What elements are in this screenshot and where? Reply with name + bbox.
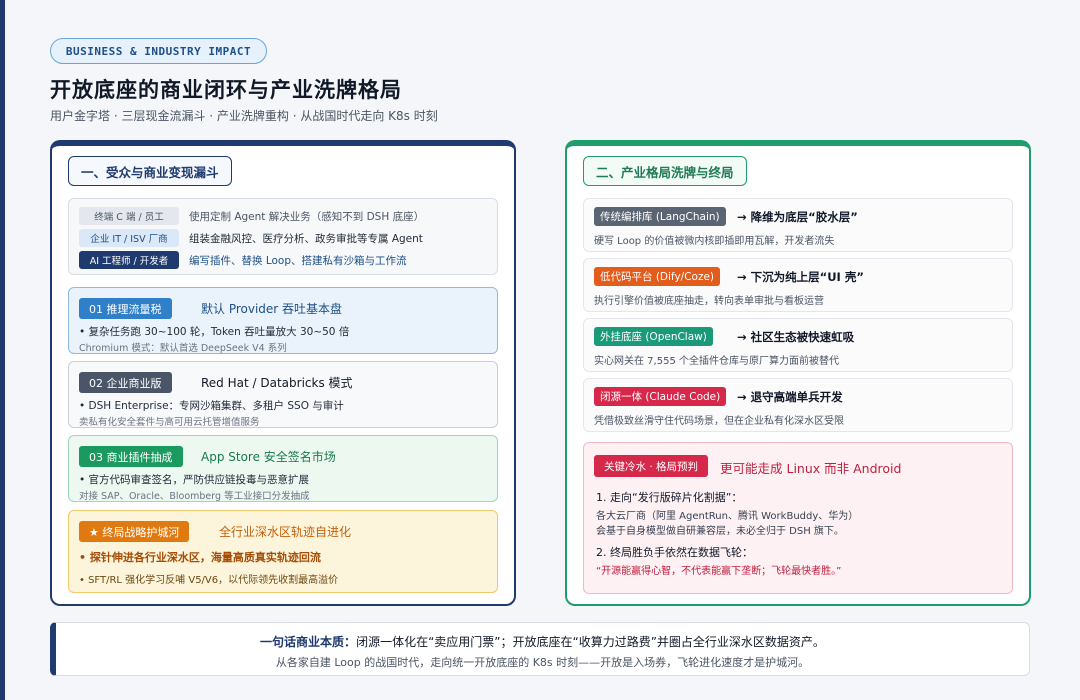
industry-badge: 闭源一体 (Claude Code) <box>594 387 727 406</box>
left-panel: 一、受众与商业变现漏斗 终端 C 端 / 员工 使用定制 Agent 解决业务（… <box>50 140 516 606</box>
verdict-quote: “开源能赢得心智，不代表能赢下垄断；飞轮最快者胜。” <box>596 566 842 577</box>
funnel-title: App Store 安全签名市场 <box>201 450 336 464</box>
audience-row: 终端 C 端 / 员工 使用定制 Agent 解决业务（感知不到 DSH 底座） <box>79 207 424 225</box>
verdict-title: 更可能走成 Linux 而非 Android <box>720 461 902 476</box>
industry-card-langchain: 传统编排库 (LangChain) → 降维为底层“胶水层” 硬写 Loop 的… <box>583 198 1013 252</box>
right-panel-heading: 二、产业格局洗牌与终局 <box>583 156 747 186</box>
industry-verdict: → 退守高端单兵开发 <box>737 390 843 404</box>
funnel-badge: ★ 终局战略护城河 <box>79 521 190 542</box>
funnel-line: • SFT/RL 强化学习反哺 V5/V6，以代际领先收割最高溢价 <box>79 575 339 586</box>
verdict-point-1-line: 会基于自身模型做自研兼容层，未必全归于 DSH 旗下。 <box>596 526 844 537</box>
audience-badge: 企业 IT / ISV 厂商 <box>79 229 179 247</box>
left-panel-heading: 一、受众与商业变现漏斗 <box>68 156 232 186</box>
funnel-title: 默认 Provider 吞吐基本盘 <box>201 302 343 316</box>
audience-box: 终端 C 端 / 员工 使用定制 Agent 解决业务（感知不到 DSH 底座）… <box>68 198 498 275</box>
page-title: 开放底座的商业闭环与产业洗牌格局 <box>50 78 402 102</box>
funnel-line: • 复杂任务跑 30~100 轮，Token 吞吐量放大 30~50 倍 <box>79 326 350 338</box>
industry-verdict: → 社区生态被快速虹吸 <box>737 330 855 344</box>
funnel-card-moat: ★ 终局战略护城河 全行业深水区轨迹自进化 • 探针伸进各行业深水区，海量高质真… <box>68 510 498 593</box>
industry-desc: 凭借极致丝滑守住代码场景，但在企业私有化深水区受限 <box>594 416 844 427</box>
audience-badge: AI 工程师 / 开发者 <box>79 251 179 269</box>
funnel-card-inference: 01 推理流量税 默认 Provider 吞吐基本盘 • 复杂任务跑 30~10… <box>68 287 498 354</box>
industry-desc: 实心网关在 7,555 个全插件仓库与原厂算力面前被替代 <box>594 356 839 367</box>
audience-row: AI 工程师 / 开发者 编写插件、替换 Loop、搭建私有沙箱与工作流 <box>79 251 407 269</box>
funnel-line: • 官方代码审查签名，严防供应链投毒与恶意扩展 <box>79 474 310 486</box>
audience-text: 使用定制 Agent 解决业务（感知不到 DSH 底座） <box>189 210 425 223</box>
industry-card-lowcode: 低代码平台 (Dify/Coze) → 下沉为纯上层“UI 壳” 执行引擎价值被… <box>583 258 1013 312</box>
funnel-line: • DSH Enterprise：专网沙箱集群、多租户 SSO 与审计 <box>79 400 344 412</box>
verdict-point-2: 2. 终局胜负手依然在数据飞轮： <box>596 546 753 559</box>
section-tag: BUSINESS & INDUSTRY IMPACT <box>50 38 267 64</box>
audience-text: 编写插件、替换 Loop、搭建私有沙箱与工作流 <box>189 254 407 267</box>
verdict-box: 关键冷水 · 格局预判 更可能走成 Linux 而非 Android 1. 走向… <box>583 442 1013 594</box>
audience-row: 企业 IT / ISV 厂商 组装金融风控、医疗分析、政务审批等专属 Agent <box>79 229 423 247</box>
funnel-title: 全行业深水区轨迹自进化 <box>219 525 352 539</box>
funnel-note: 卖私有化安全套件与高可用云托管增值服务 <box>79 417 260 428</box>
funnel-note: Chromium 模式：默认首选 DeepSeek V4 系列 <box>79 343 287 354</box>
summary-line-2: 从各家自建 Loop 的战国时代，走向统一开放底座的 K8s 时刻——开放是入场… <box>275 656 810 669</box>
funnel-badge: 03 商业插件抽成 <box>79 446 183 467</box>
industry-desc: 执行引擎价值被底座抽走，转向表单审批与看板运营 <box>594 296 824 307</box>
summary-label: 一句话商业本质： <box>260 635 357 649</box>
industry-badge: 低代码平台 (Dify/Coze) <box>594 267 721 286</box>
funnel-note: 对接 SAP、Oracle、Bloomberg 等工业接口分发抽成 <box>79 491 310 502</box>
verdict-point-1-line: 各大云厂商（阿里 AgentRun、腾讯 WorkBuddy、华为） <box>596 511 859 522</box>
right-panel: 二、产业格局洗牌与终局 传统编排库 (LangChain) → 降维为底层“胶水… <box>565 140 1031 606</box>
funnel-card-enterprise: 02 企业商业版 Red Hat / Databricks 模式 • DSH E… <box>68 361 498 428</box>
industry-badge: 传统编排库 (LangChain) <box>594 207 726 226</box>
funnel-line: • 探针伸进各行业深水区，海量高质真实轨迹回流 <box>79 551 321 564</box>
industry-desc: 硬写 Loop 的价值被微内核即插即用瓦解，开发者流失 <box>594 236 835 247</box>
summary-text: 闭源一体化在“卖应用门票”；开放底座在“收算力过路费”并圈占全行业深水区数据资产… <box>356 635 825 649</box>
industry-verdict: → 降维为底层“胶水层” <box>737 210 858 224</box>
industry-card-claude: 闭源一体 (Claude Code) → 退守高端单兵开发 凭借极致丝滑守住代码… <box>583 378 1013 432</box>
industry-verdict: → 下沉为纯上层“UI 壳” <box>737 270 864 284</box>
summary-banner: 一句话商业本质：闭源一体化在“卖应用门票”；开放底座在“收算力过路费”并圈占全行… <box>50 622 1030 676</box>
audience-text: 组装金融风控、医疗分析、政务审批等专属 Agent <box>189 232 423 245</box>
funnel-title: Red Hat / Databricks 模式 <box>201 376 353 390</box>
industry-card-openclaw: 外挂底座 (OpenClaw) → 社区生态被快速虹吸 实心网关在 7,555 … <box>583 318 1013 372</box>
industry-badge: 外挂底座 (OpenClaw) <box>594 327 713 346</box>
verdict-badge: 关键冷水 · 格局预判 <box>594 455 709 477</box>
left-accent-bar <box>0 0 5 700</box>
audience-badge: 终端 C 端 / 员工 <box>79 207 179 225</box>
funnel-badge: 02 企业商业版 <box>79 372 172 393</box>
funnel-badge: 01 推理流量税 <box>79 298 172 319</box>
funnel-card-plugins: 03 商业插件抽成 App Store 安全签名市场 • 官方代码审查签名，严防… <box>68 435 498 502</box>
verdict-point-1: 1. 走向“发行版碎片化割据”： <box>596 491 743 504</box>
summary-line-1: 一句话商业本质：闭源一体化在“卖应用门票”；开放底座在“收算力过路费”并圈占全行… <box>56 633 1029 650</box>
page-subtitle: 用户金字塔 · 三层现金流漏斗 · 产业洗牌重构 · 从战国时代走向 K8s 时… <box>50 109 438 123</box>
